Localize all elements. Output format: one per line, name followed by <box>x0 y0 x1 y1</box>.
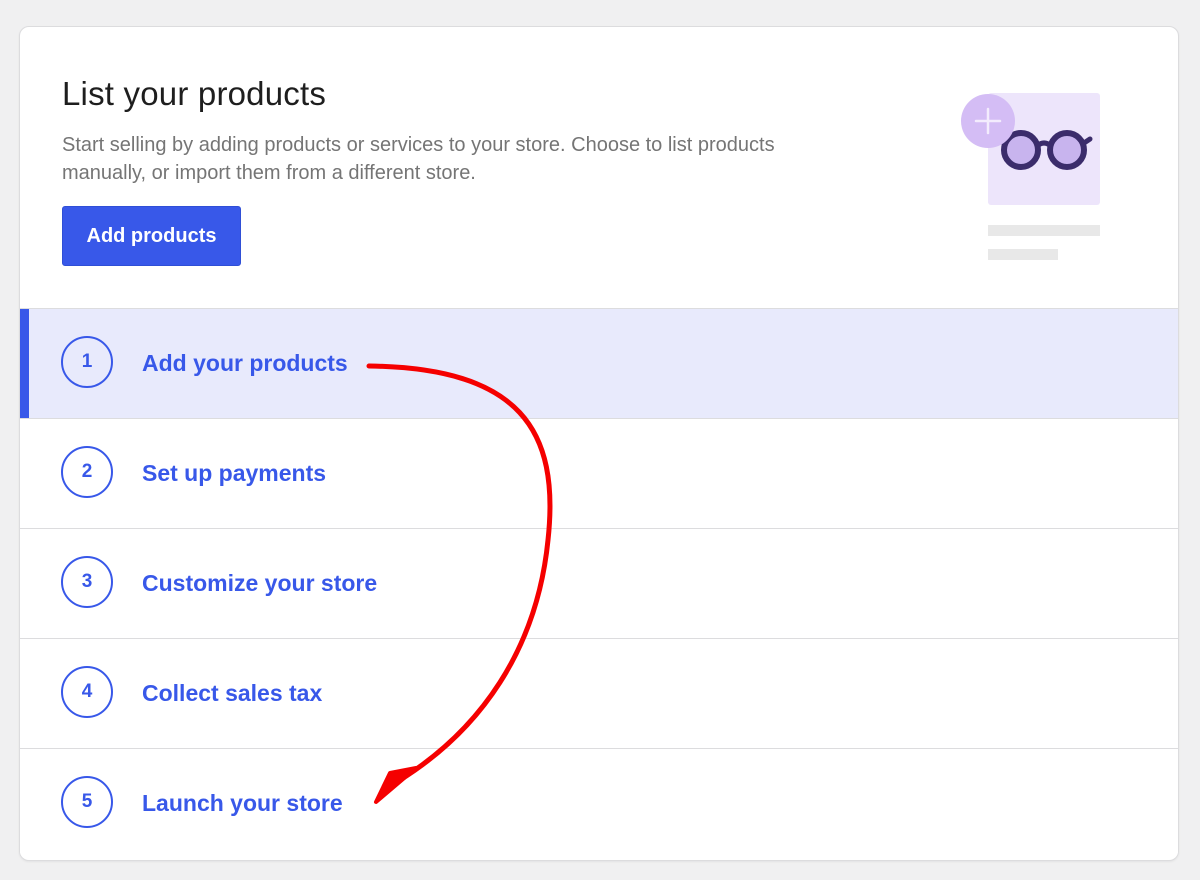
step-number: 1 <box>61 336 113 388</box>
step-number: 4 <box>61 666 113 718</box>
setup-steps-list: 1 Add your products 2 Set up payments 3 … <box>20 308 1178 858</box>
placeholder-line <box>988 225 1100 236</box>
task-card: List your products Start selling by addi… <box>19 26 1179 861</box>
step-label: Collect sales tax <box>142 680 323 706</box>
add-products-button[interactable]: Add products <box>62 206 241 266</box>
step-label: Set up payments <box>142 460 327 486</box>
page-title: List your products <box>62 75 327 112</box>
step-collect-sales-tax[interactable]: 4 Collect sales tax <box>20 638 1178 748</box>
step-label: Customize your store <box>142 570 378 596</box>
step-number: 3 <box>61 556 113 608</box>
step-number: 2 <box>61 446 113 498</box>
products-illustration <box>940 91 1110 271</box>
card-header: List your products Start selling by addi… <box>20 27 1178 308</box>
step-add-your-products[interactable]: 1 Add your products <box>20 308 1178 418</box>
step-label: Add your products <box>142 350 348 376</box>
step-label: Launch your store <box>142 790 343 816</box>
plus-icon <box>961 94 1015 148</box>
step-launch-your-store[interactable]: 5 Launch your store <box>20 748 1178 858</box>
placeholder-line <box>988 249 1058 260</box>
step-customize-your-store[interactable]: 3 Customize your store <box>20 528 1178 638</box>
step-number: 5 <box>61 776 113 828</box>
page-description: Start selling by adding products or serv… <box>62 134 775 184</box>
step-set-up-payments[interactable]: 2 Set up payments <box>20 418 1178 528</box>
illustration-graphic <box>961 93 1100 260</box>
